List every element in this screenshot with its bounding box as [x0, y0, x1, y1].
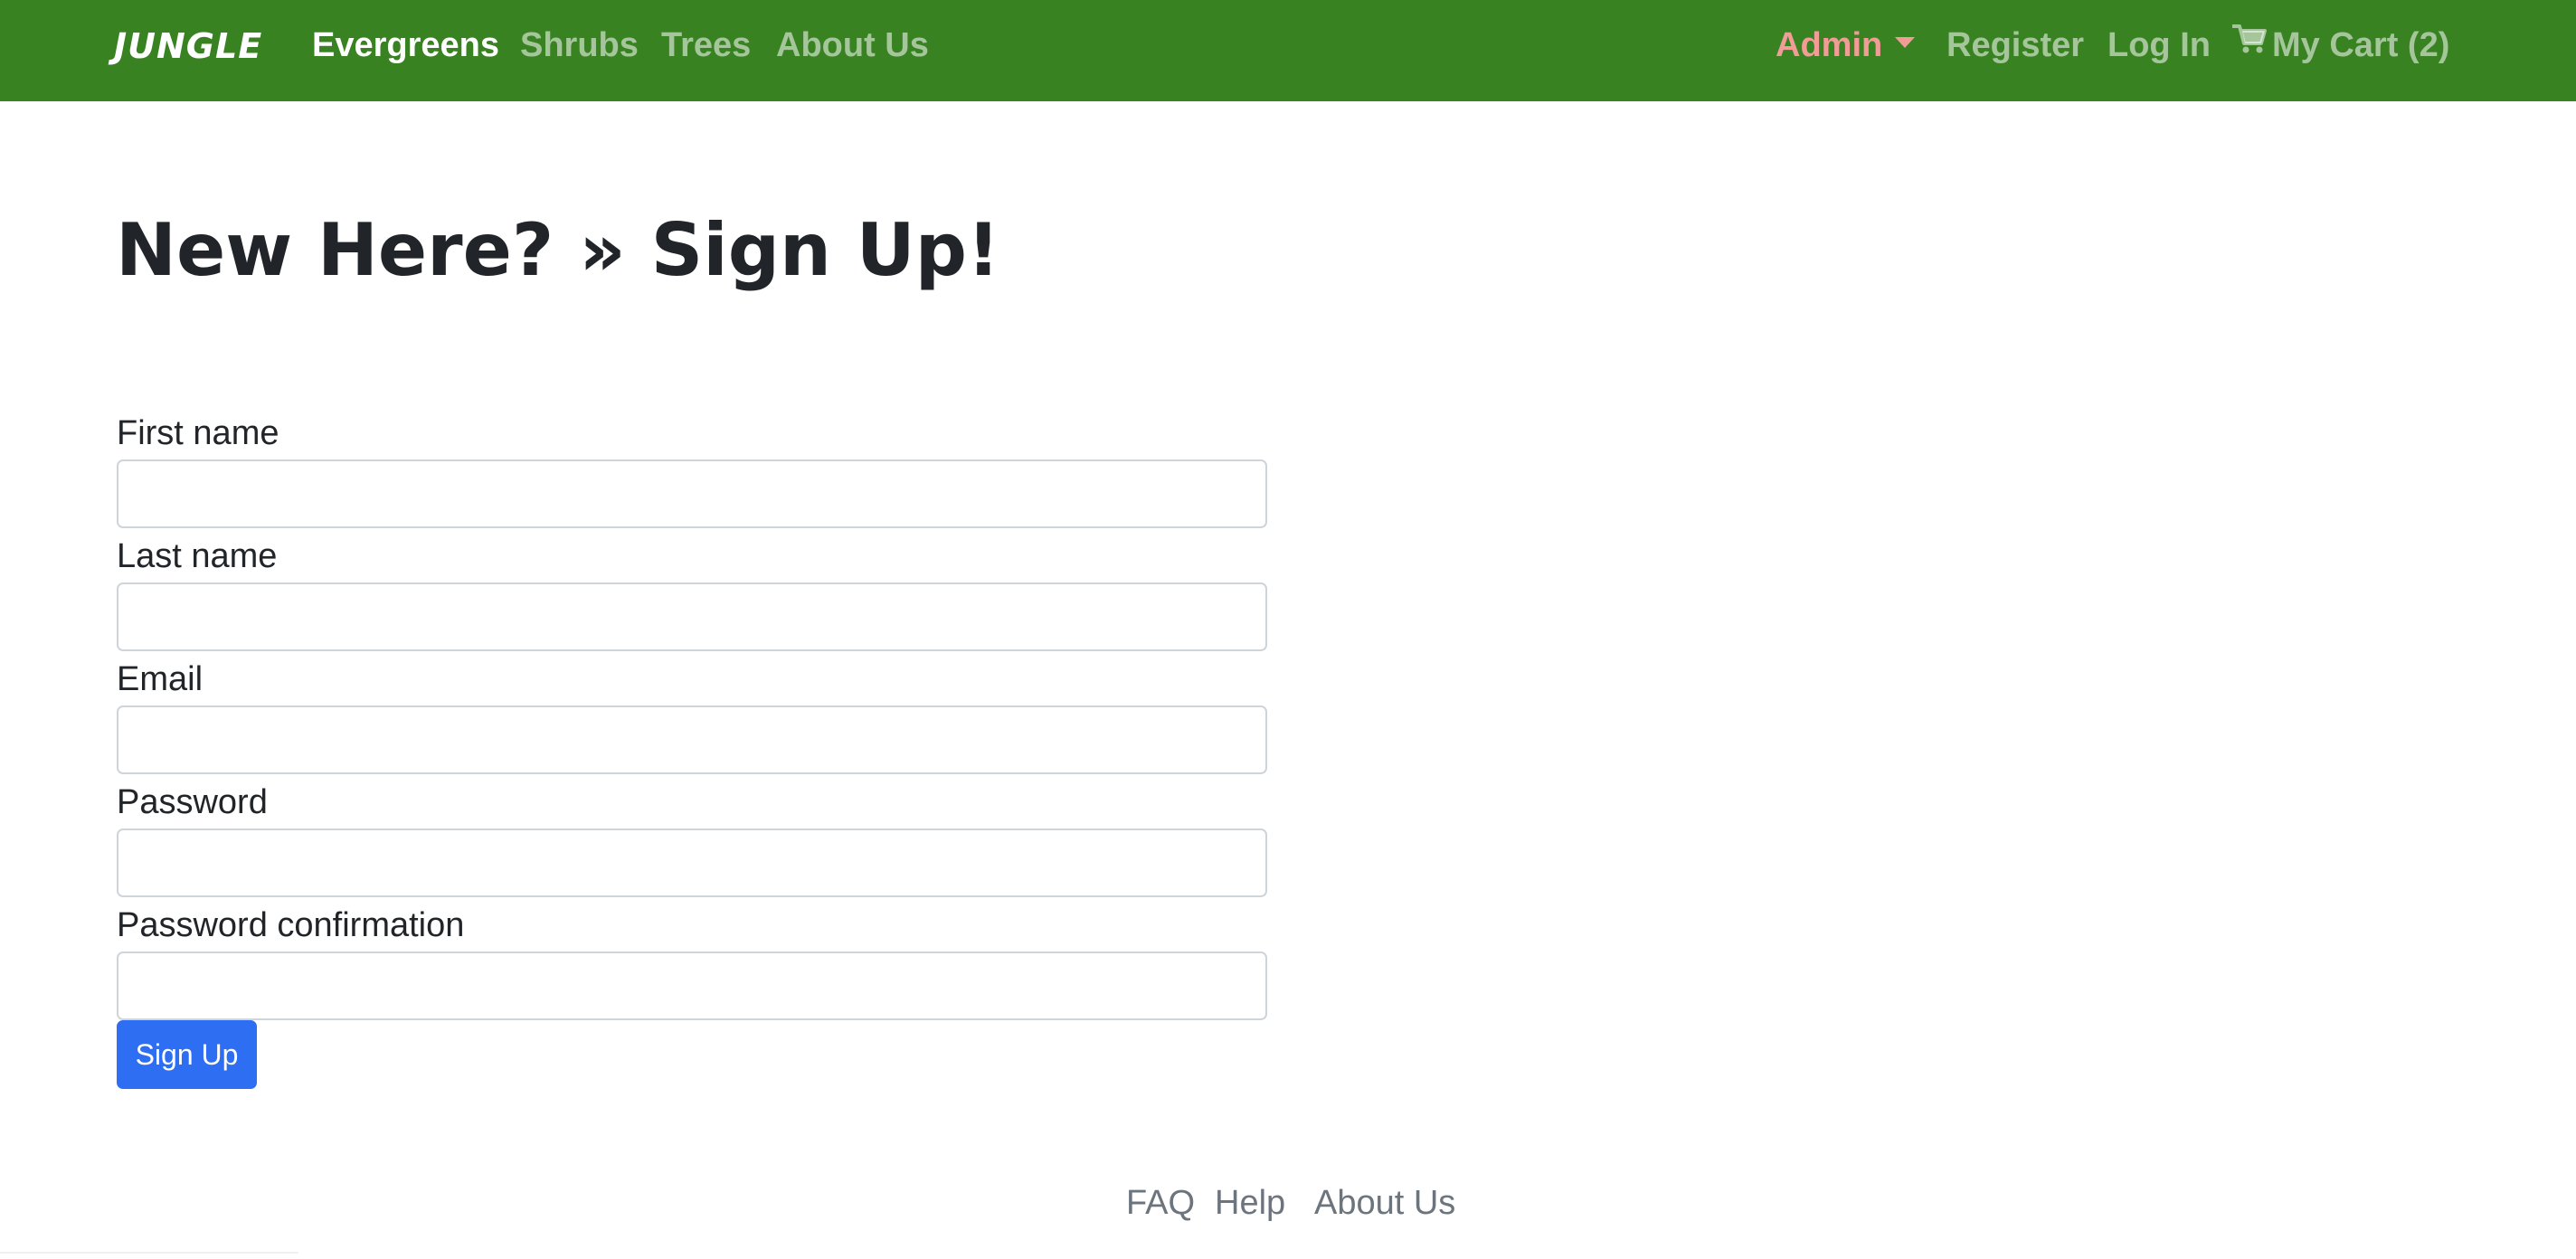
brand-logo[interactable]: JUNGLE: [114, 24, 262, 69]
email-field[interactable]: [117, 705, 1267, 774]
bottom-divider: [0, 1252, 298, 1254]
last-name-label: Last name: [117, 537, 278, 575]
nav-link-register[interactable]: Register: [1946, 20, 2084, 71]
cart-label: My Cart (2): [2272, 26, 2450, 64]
top-navbar: JUNGLE Evergreens Shrubs Trees About Us …: [0, 0, 2576, 101]
first-name-field[interactable]: [117, 459, 1267, 528]
nav-link-evergreens[interactable]: Evergreens: [312, 20, 499, 71]
nav-link-about-us[interactable]: About Us: [776, 20, 929, 71]
sign-up-button[interactable]: Sign Up: [117, 1020, 257, 1089]
admin-dropdown[interactable]: Admin: [1776, 20, 1916, 71]
first-name-label: First name: [117, 414, 279, 452]
nav-link-cart[interactable]: My Cart (2): [2231, 18, 2450, 71]
footer-link-about-us[interactable]: About Us: [1314, 1179, 1455, 1226]
nav-link-trees[interactable]: Trees: [661, 20, 751, 71]
last-name-field[interactable]: [117, 582, 1267, 651]
chevron-down-icon: [1895, 36, 1916, 48]
password-field[interactable]: [117, 828, 1267, 897]
footer-link-help[interactable]: Help: [1215, 1179, 1285, 1226]
password-confirmation-field[interactable]: [117, 951, 1267, 1020]
footer-link-faq[interactable]: FAQ: [1126, 1179, 1195, 1226]
shopping-cart-icon: [2231, 18, 2267, 69]
nav-link-shrubs[interactable]: Shrubs: [520, 20, 639, 71]
password-label: Password: [117, 783, 268, 821]
password-confirmation-label: Password confirmation: [117, 906, 465, 944]
admin-dropdown-label: Admin: [1776, 26, 1883, 64]
nav-link-login[interactable]: Log In: [2107, 20, 2211, 71]
email-label: Email: [117, 660, 204, 698]
page-title: New Here? » Sign Up!: [116, 208, 1000, 292]
